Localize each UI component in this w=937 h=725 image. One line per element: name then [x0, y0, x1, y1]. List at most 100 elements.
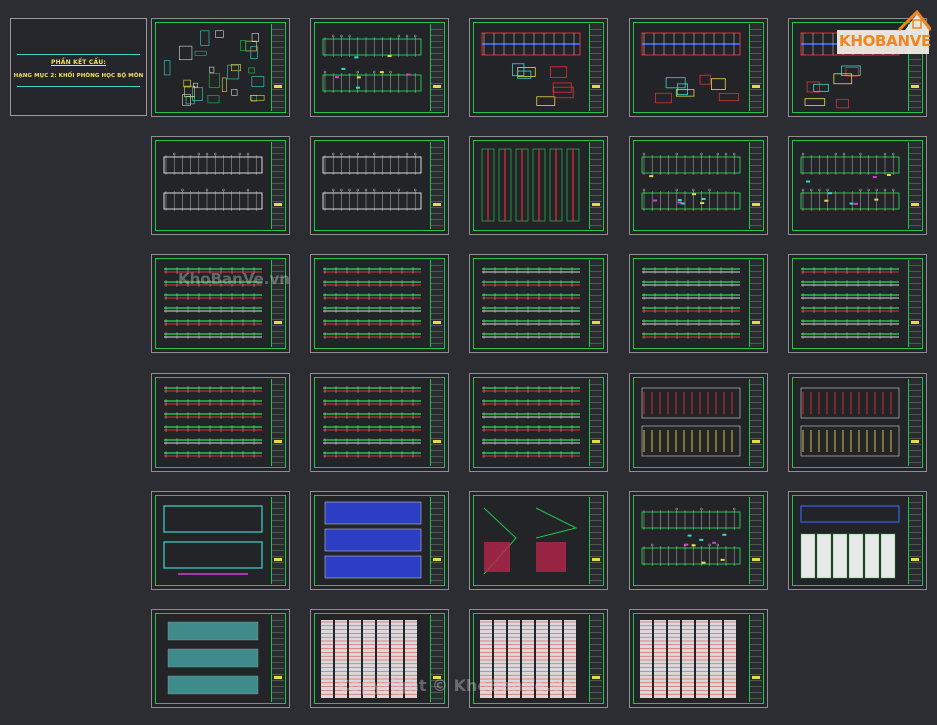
title-block-stamp — [274, 320, 282, 324]
sheet-drawing — [641, 387, 741, 457]
drawing-sheet-thumbnail[interactable] — [151, 254, 290, 353]
title-block-stamp — [592, 675, 600, 679]
drawing-sheet-thumbnail[interactable] — [151, 491, 290, 590]
title-block-stamp — [433, 557, 441, 561]
sheet-drawing — [801, 267, 899, 339]
sheet-title-block — [908, 260, 921, 347]
drawing-sheet-thumbnail[interactable] — [469, 136, 608, 235]
drawing-sheet-thumbnail[interactable] — [310, 18, 449, 117]
sheet-drawing — [641, 32, 741, 104]
sheet-title-block — [430, 379, 443, 466]
title-block-stamp — [274, 557, 282, 561]
cover-rule-top — [17, 54, 140, 55]
drawing-sheet-thumbnail[interactable] — [469, 491, 608, 590]
sheet-title-block — [589, 24, 602, 111]
title-block-stamp — [274, 439, 282, 443]
title-block-stamp — [592, 202, 600, 206]
sheet-drawing — [482, 386, 580, 458]
sheet-title-block — [589, 615, 602, 702]
sheet-drawing — [322, 34, 422, 93]
sheet-drawing — [323, 386, 421, 458]
drawing-sheet-thumbnail[interactable] — [629, 373, 768, 472]
sheet-title-block — [271, 379, 284, 466]
sheet-drawing — [800, 505, 900, 579]
sheet-drawing — [800, 152, 900, 211]
cover-subtitle: HẠNG MỤC 2: KHỐI PHÒNG HỌC BỘ MÔN — [13, 73, 144, 79]
title-block-stamp — [592, 557, 600, 561]
drawing-sheet-thumbnail[interactable] — [629, 254, 768, 353]
sheet-title-block — [749, 497, 762, 584]
sheet-title-block — [430, 497, 443, 584]
title-block-stamp — [274, 202, 282, 206]
drawing-sheet-thumbnail[interactable] — [310, 609, 449, 708]
drawing-sheet-thumbnail[interactable] — [788, 373, 927, 472]
drawing-canvas[interactable]: PHẦN KẾT CẤU: HẠNG MỤC 2: KHỐI PHÒNG HỌC… — [0, 0, 937, 725]
title-block-stamp — [592, 84, 600, 88]
sheet-title-block — [908, 142, 921, 229]
sheet-title-block — [430, 142, 443, 229]
sheet-title-block — [271, 142, 284, 229]
sheet-title-block — [589, 379, 602, 466]
sheet-drawing — [167, 621, 259, 695]
sheet-drawing — [321, 620, 417, 698]
cover-sheet[interactable]: PHẦN KẾT CẤU: HẠNG MỤC 2: KHỐI PHÒNG HỌC… — [10, 18, 147, 116]
sheet-title-block — [271, 260, 284, 347]
title-block-stamp — [911, 439, 919, 443]
drawing-sheet-thumbnail[interactable] — [469, 18, 608, 117]
title-block-stamp — [752, 320, 760, 324]
sheet-drawing — [163, 505, 263, 575]
drawing-sheet-thumbnail[interactable] — [151, 373, 290, 472]
sheet-title-block — [749, 24, 762, 111]
drawing-sheet-thumbnail[interactable] — [469, 373, 608, 472]
title-block-stamp — [752, 439, 760, 443]
drawing-sheet-thumbnail[interactable] — [151, 18, 290, 117]
sheet-drawing — [163, 30, 265, 106]
sheet-drawing — [483, 507, 578, 575]
sheet-title-block — [271, 615, 284, 702]
title-block-stamp — [911, 557, 919, 561]
title-block-stamp — [911, 202, 919, 206]
drawing-sheet-thumbnail[interactable] — [629, 491, 768, 590]
drawing-sheet-thumbnail[interactable] — [310, 373, 449, 472]
drawing-sheet-thumbnail[interactable] — [310, 254, 449, 353]
sheet-title-block — [908, 379, 921, 466]
sheet-drawing — [640, 620, 736, 698]
drawing-sheet-thumbnail[interactable] — [788, 136, 927, 235]
sheet-title-block — [271, 497, 284, 584]
sheet-drawing — [324, 501, 422, 579]
title-block-stamp — [592, 439, 600, 443]
title-block-stamp — [752, 557, 760, 561]
title-block-stamp — [433, 320, 441, 324]
drawing-sheet-thumbnail[interactable] — [310, 491, 449, 590]
kho-ban-ve-logo: KHOBANVE — [833, 10, 931, 54]
sheet-drawing — [163, 152, 263, 211]
sheet-drawing — [164, 267, 262, 339]
drawing-sheet-thumbnail[interactable] — [469, 254, 608, 353]
drawing-sheet-thumbnail[interactable] — [151, 609, 290, 708]
title-block-stamp — [274, 84, 282, 88]
sheet-drawing — [641, 152, 741, 211]
sheet-drawing — [481, 148, 580, 222]
logo-word-banve: BANVE — [875, 32, 931, 50]
drawing-sheet-thumbnail[interactable] — [788, 491, 927, 590]
title-block-stamp — [911, 320, 919, 324]
sheet-title-block — [271, 24, 284, 111]
sheet-title-block — [430, 615, 443, 702]
drawing-sheet-thumbnail[interactable] — [629, 609, 768, 708]
title-block-stamp — [433, 675, 441, 679]
title-block-stamp — [752, 84, 760, 88]
drawing-sheet-thumbnail[interactable] — [629, 136, 768, 235]
title-block-stamp — [911, 84, 919, 88]
sheet-title-block — [589, 260, 602, 347]
drawing-sheet-thumbnail[interactable] — [310, 136, 449, 235]
drawing-sheet-thumbnail[interactable] — [629, 18, 768, 117]
drawing-sheet-thumbnail[interactable] — [151, 136, 290, 235]
sheet-title-block — [749, 260, 762, 347]
title-block-stamp — [433, 84, 441, 88]
sheet-drawing — [481, 32, 581, 106]
drawing-sheet-thumbnail[interactable] — [788, 254, 927, 353]
drawing-sheet-thumbnail[interactable] — [469, 609, 608, 708]
sheet-title-block — [589, 497, 602, 584]
sheet-drawing — [642, 267, 740, 339]
sheet-drawing — [322, 152, 422, 211]
